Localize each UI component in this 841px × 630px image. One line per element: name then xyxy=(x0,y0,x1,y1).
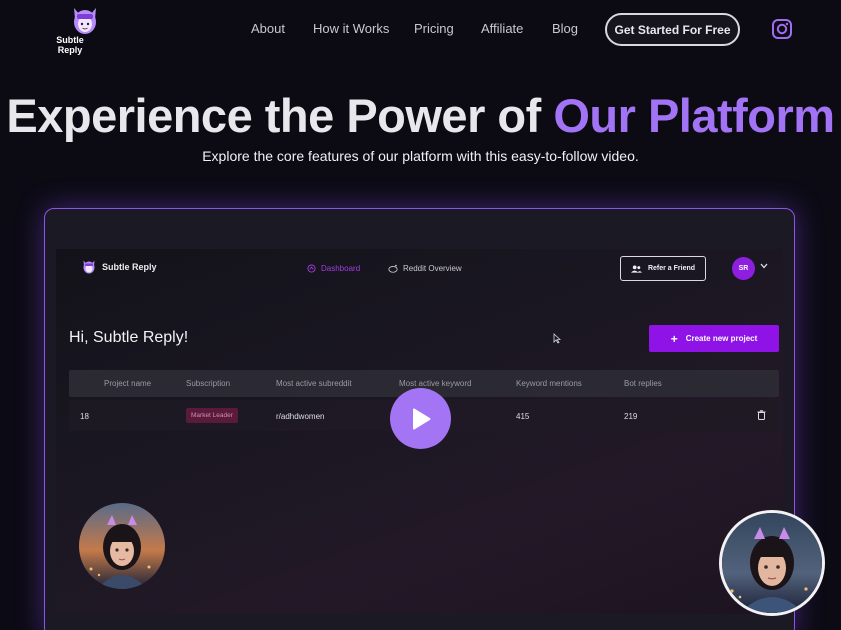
cat-logo-icon xyxy=(74,8,96,34)
refer-friend-label: Refer a Friend xyxy=(647,265,696,272)
reddit-icon xyxy=(388,264,398,273)
presenter-portrait-image xyxy=(79,503,165,589)
cell-keyword-mentions: 415 xyxy=(516,412,530,421)
presenter-avatar-right xyxy=(719,510,825,616)
hero-title-accent: Our Platform xyxy=(553,89,835,142)
col-bot-replies: Bot replies xyxy=(624,379,662,388)
presenter-portrait-image xyxy=(722,513,822,613)
tab-reddit-overview-label: Reddit Overview xyxy=(403,264,462,273)
tab-dashboard[interactable]: Dashboard xyxy=(307,264,360,273)
col-subreddit: Most active subreddit xyxy=(276,379,352,388)
user-avatar[interactable]: SR xyxy=(732,257,755,280)
col-project-name: Project name xyxy=(104,379,152,388)
nav-link-blog[interactable]: Blog xyxy=(552,21,578,36)
hero-title-main: Experience the Power of xyxy=(6,89,554,142)
brand-line-2: Reply xyxy=(57,45,83,55)
nav-link-pricing[interactable]: Pricing xyxy=(414,21,454,36)
top-navbar: Subtle Reply About How it Works Pricing … xyxy=(0,0,841,60)
hero-subtitle: Explore the core features of our platfor… xyxy=(202,148,639,164)
nav-link-about[interactable]: About xyxy=(251,21,285,36)
nav-link-affiliate[interactable]: Affiliate xyxy=(481,21,523,36)
play-video-button[interactable] xyxy=(390,388,451,449)
tab-dashboard-label: Dashboard xyxy=(321,264,361,273)
tab-reddit-overview[interactable]: Reddit Overview xyxy=(388,264,462,273)
col-subscription: Subscription xyxy=(186,379,231,388)
users-icon xyxy=(630,265,642,273)
instagram-icon[interactable] xyxy=(771,18,793,40)
cell-project-name: 18 xyxy=(80,412,89,421)
refer-friend-button[interactable]: Refer a Friend xyxy=(620,256,706,281)
hero-title: Experience the Power of Our Platform xyxy=(0,88,841,143)
app-logo-text: Subtle Reply xyxy=(102,262,157,272)
play-icon xyxy=(412,408,430,429)
brand-logo[interactable]: Subtle Reply xyxy=(44,5,104,55)
dashboard-greeting: Hi, Subtle Reply! xyxy=(69,329,189,346)
trash-icon[interactable] xyxy=(757,410,766,420)
dashboard-screenshot: Subtle Reply Dashboard Reddit Overview R… xyxy=(56,249,783,614)
nav-link-how-it-works[interactable]: How it Works xyxy=(313,21,389,36)
cell-bot-replies: 219 xyxy=(624,412,638,421)
create-project-label: Create new project xyxy=(685,334,758,343)
cat-logo-icon xyxy=(83,260,95,274)
dashboard-icon xyxy=(307,264,316,273)
brand-line-1: Subtle xyxy=(56,35,84,45)
create-project-button[interactable]: + Create new project xyxy=(649,325,779,352)
mouse-cursor-icon xyxy=(553,333,561,344)
col-keyword-mentions: Keyword mentions xyxy=(516,379,582,388)
brand-name: Subtle Reply xyxy=(44,35,96,55)
subscription-badge: Market Leader xyxy=(186,408,238,423)
plus-icon: + xyxy=(670,331,678,346)
cell-subreddit: r/adhdwomen xyxy=(276,412,325,421)
presenter-avatar-left xyxy=(79,503,165,589)
get-started-button[interactable]: Get Started For Free xyxy=(605,13,740,46)
col-keyword: Most active keyword xyxy=(399,379,472,388)
chevron-down-icon[interactable] xyxy=(760,263,768,269)
app-logo: Subtle Reply xyxy=(82,259,157,275)
